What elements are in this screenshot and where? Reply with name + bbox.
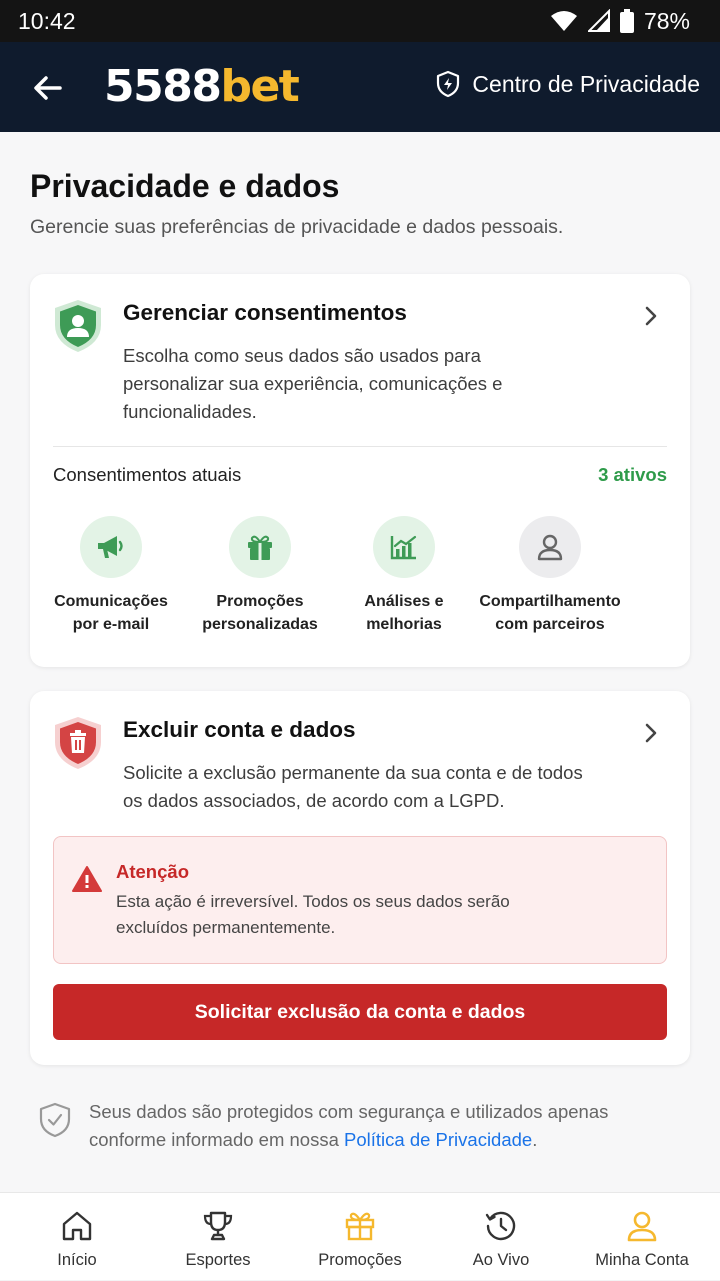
consent-email-circle xyxy=(80,516,142,578)
consent-email[interactable]: Comunicações por e-mail xyxy=(31,516,191,636)
nav-home[interactable]: Início xyxy=(5,1193,149,1281)
footer-text: Seus dados são protegidos com segurança … xyxy=(89,1101,609,1150)
clock-icon xyxy=(485,1211,516,1241)
chevron-right-icon[interactable] xyxy=(640,721,662,745)
consent-analytics-circle xyxy=(373,516,435,578)
privacy-policy-link[interactable]: Política de Privacidade xyxy=(344,1129,532,1150)
nav-promotions[interactable]: Promoções xyxy=(288,1193,432,1281)
delete-description: Solicite a exclusão permanente da sua co… xyxy=(123,762,583,811)
nav-my-account[interactable]: Minha Conta xyxy=(570,1193,714,1281)
page-subtitle: Gerencie suas preferências de privacidad… xyxy=(30,216,564,238)
consents-title: Gerenciar consentimentos xyxy=(123,300,407,325)
consent-analytics-label: Análises e melhorias xyxy=(364,593,444,633)
consent-partners-label: Compartilhamento com parceiros xyxy=(479,593,621,633)
gift-icon xyxy=(248,535,272,560)
home-icon xyxy=(62,1211,92,1241)
nav-live[interactable]: Ao Vivo xyxy=(429,1193,573,1281)
battery-icon xyxy=(619,9,634,33)
nav-my-account-label: Minha Conta xyxy=(595,1251,689,1269)
consents-description: Escolha como seus dados são usados para … xyxy=(123,345,503,422)
consent-promotions-label: Promoções personalizadas xyxy=(202,593,318,633)
brand-logo[interactable]: 5588bet xyxy=(104,61,300,112)
status-icons: 78% xyxy=(550,8,690,35)
back-arrow-icon[interactable] xyxy=(30,70,66,106)
chevron-right-icon[interactable] xyxy=(640,304,662,328)
nav-sports-label: Esportes xyxy=(185,1251,251,1269)
active-consents-count: 3 ativos xyxy=(598,464,667,485)
nav-live-label: Ao Vivo xyxy=(472,1251,530,1269)
nav-sports[interactable]: Esportes xyxy=(146,1193,290,1281)
warning-text: Esta ação é irreversível. Todos os seus … xyxy=(116,892,510,937)
consent-partners-circle xyxy=(519,516,581,578)
bottom-navigation: Início Esportes Promoções Ao Vivo Minha … xyxy=(0,1192,720,1280)
consent-email-label: Comunicações por e-mail xyxy=(54,593,168,633)
app-header: 5588bet Centro de Privacidade xyxy=(0,42,720,132)
privacy-center-link[interactable]: Centro de Privacidade xyxy=(436,70,700,98)
warning-box: Atenção Esta ação é irreversível. Todos … xyxy=(53,836,667,964)
signal-icon xyxy=(587,9,610,32)
status-bar: 10:42 78% xyxy=(0,0,720,42)
logo-number: 5588 xyxy=(104,61,222,112)
warning-icon xyxy=(72,866,102,892)
chart-icon xyxy=(390,535,417,560)
logo-accent: bet xyxy=(220,61,299,112)
divider xyxy=(53,446,667,447)
user-icon xyxy=(627,1211,657,1242)
warning-title: Atenção xyxy=(116,861,189,882)
page-title: Privacidade e dados xyxy=(30,168,340,204)
trophy-icon xyxy=(203,1211,233,1241)
consent-analytics[interactable]: Análises e melhorias xyxy=(324,516,484,636)
manage-consents-card[interactable]: Gerenciar consentimentos Escolha como se… xyxy=(30,274,690,667)
status-time: 10:42 xyxy=(18,7,76,34)
trash-shield-icon xyxy=(55,717,101,769)
battery-level: 78% xyxy=(643,7,690,34)
wifi-icon xyxy=(550,11,577,31)
shield-check-icon xyxy=(39,1102,71,1138)
gift-icon xyxy=(345,1212,375,1241)
request-deletion-button[interactable]: Solicitar exclusão da conta e dados xyxy=(53,984,667,1040)
consent-promotions-circle xyxy=(229,516,291,578)
shield-icon xyxy=(437,70,460,98)
consent-promotions[interactable]: Promoções personalizadas xyxy=(180,516,340,636)
delete-account-card[interactable]: Excluir conta e dados Solicite a exclusã… xyxy=(30,691,690,1065)
user-shield-icon xyxy=(55,300,101,352)
current-consents-label: Consentimentos atuais xyxy=(53,464,242,485)
consent-partners[interactable]: Compartilhamento com parceiros xyxy=(470,516,630,636)
delete-title: Excluir conta e dados xyxy=(123,717,356,742)
nav-home-label: Início xyxy=(57,1251,97,1269)
megaphone-icon xyxy=(98,536,123,558)
privacy-center-label: Centro de Privacidade xyxy=(472,70,700,97)
main-content: Privacidade e dados Gerencie suas prefer… xyxy=(0,132,720,1192)
user-icon xyxy=(537,534,563,561)
nav-promotions-label: Promoções xyxy=(318,1251,402,1269)
